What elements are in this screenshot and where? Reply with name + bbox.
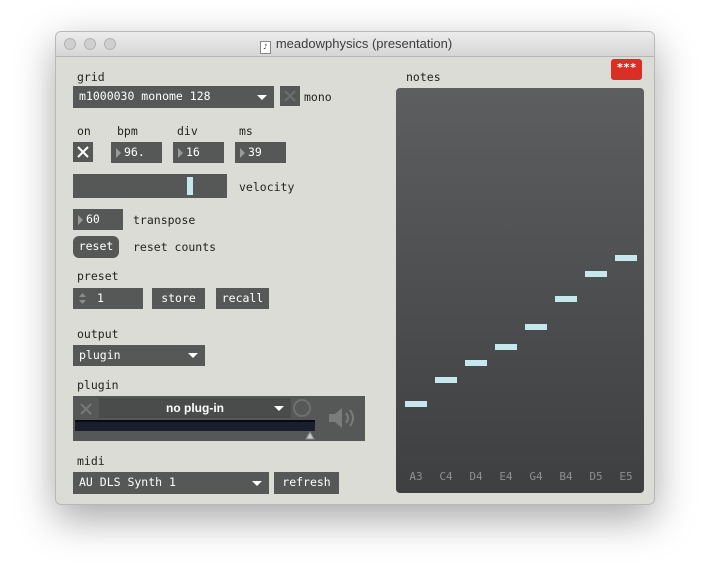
note-label: G4 [529, 470, 543, 483]
plugin-value: no plug-in [166, 401, 224, 415]
chevron-down-icon [257, 95, 267, 100]
stepper-arrows-icon [79, 293, 86, 304]
x-mark-icon [284, 90, 296, 102]
note-label: A3 [409, 470, 423, 483]
note-bar [555, 295, 577, 302]
grid-label: grid [77, 70, 105, 84]
output-menu[interactable]: plugin [73, 345, 205, 366]
midi-value: AU DLS Synth 1 [79, 475, 176, 489]
plugin-menu[interactable]: no plug-in [99, 398, 291, 418]
mono-toggle[interactable] [280, 86, 300, 106]
note-label: C4 [439, 470, 453, 483]
velocity-slider[interactable] [73, 174, 227, 198]
transpose-number-box[interactable]: 60 [73, 209, 123, 230]
plugin-label: plugin [77, 378, 119, 392]
note-bar [435, 376, 457, 383]
ms-value: 39 [248, 145, 262, 159]
preset-label: preset [77, 269, 119, 283]
chevron-down-icon [274, 406, 284, 411]
chevron-down-icon [188, 353, 198, 358]
transpose-value: 60 [86, 212, 100, 226]
number-arrow-icon [178, 148, 183, 158]
presentation-view: grid m1000030 monome 128 mono on bpm div… [56, 56, 654, 504]
close-icon[interactable] [79, 402, 93, 416]
app-window: ♪ meadowphysics (presentation) grid m1000… [55, 31, 655, 505]
note-bar [615, 255, 637, 262]
note-label: D4 [469, 470, 483, 483]
velocity-label: velocity [239, 180, 295, 194]
div-value: 16 [186, 145, 200, 159]
notes-display: A3 C4 D4 E4 G4 B4 D5 E5 [396, 88, 644, 493]
refresh-button[interactable]: refresh [274, 472, 339, 494]
plugin-level-meter [75, 420, 315, 431]
note-label: E4 [499, 470, 513, 483]
plugin-edit-icon[interactable] [293, 399, 311, 417]
note-label: D5 [589, 470, 603, 483]
bpm-number-box[interactable]: 96. [111, 142, 162, 163]
note-label: B4 [559, 470, 573, 483]
note-bar [495, 344, 517, 351]
recall-button[interactable]: recall [216, 288, 269, 309]
bpm-label: bpm [117, 124, 138, 138]
number-arrow-icon [78, 215, 83, 225]
div-number-box[interactable]: 16 [173, 142, 224, 163]
title-bar[interactable]: ♪ meadowphysics (presentation) [56, 32, 654, 57]
plugin-host: no plug-in [73, 396, 365, 441]
reset-button[interactable]: reset [73, 236, 119, 258]
window-title-text: meadowphysics (presentation) [275, 36, 453, 51]
reset-counts-label: reset counts [133, 240, 217, 254]
preset-number-box[interactable]: 1 [73, 288, 143, 309]
preset-value: 1 [97, 291, 104, 305]
gain-handle-icon[interactable] [305, 431, 315, 440]
bpm-value: 96. [124, 145, 145, 159]
x-mark-icon [77, 146, 89, 158]
note-bar [405, 400, 427, 407]
notes-label: notes [406, 70, 441, 84]
note-bar [465, 360, 487, 367]
div-label: div [177, 124, 198, 138]
note-bar [585, 271, 607, 278]
mono-label: mono [304, 90, 332, 104]
note-bar [525, 323, 547, 330]
on-label: on [77, 124, 91, 138]
notes-menu-button[interactable]: *** [611, 59, 642, 80]
on-toggle[interactable] [73, 142, 93, 162]
midi-menu[interactable]: AU DLS Synth 1 [73, 472, 269, 494]
transpose-label: transpose [133, 213, 196, 227]
speaker-icon[interactable] [326, 405, 358, 431]
document-icon: ♪ [259, 41, 271, 54]
store-button[interactable]: store [152, 288, 205, 309]
ms-label: ms [239, 124, 253, 138]
velocity-slider-knob[interactable] [186, 177, 193, 195]
window-title: ♪ meadowphysics (presentation) [56, 36, 654, 54]
grid-device-value: m1000030 monome 128 [79, 89, 211, 103]
grid-device-menu[interactable]: m1000030 monome 128 [73, 86, 274, 108]
note-label: E5 [619, 470, 633, 483]
number-arrow-icon [116, 148, 121, 158]
output-value: plugin [79, 348, 121, 362]
output-label: output [77, 327, 119, 341]
number-arrow-icon [240, 148, 245, 158]
midi-label: midi [77, 454, 105, 468]
ms-number-box[interactable]: 39 [235, 142, 286, 163]
chevron-down-icon [252, 481, 262, 486]
